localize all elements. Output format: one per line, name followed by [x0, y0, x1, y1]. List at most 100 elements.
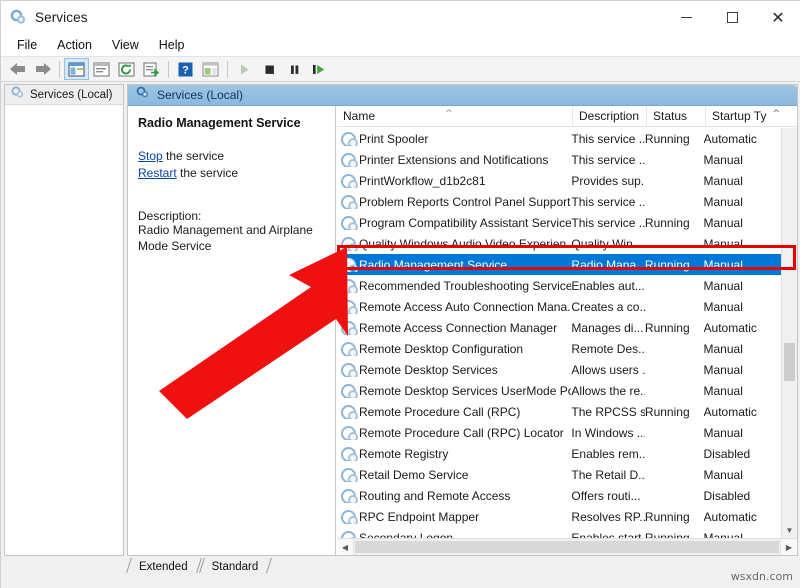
service-name-label: Remote Access Auto Connection Mana... — [359, 300, 571, 314]
service-status-cell: Running — [645, 258, 704, 272]
service-gear-icon — [341, 216, 355, 229]
service-startup-type-cell: Manual — [704, 384, 781, 398]
service-name-cell: Problem Reports Control Panel Support — [337, 195, 571, 209]
window-controls: ✕ — [663, 1, 800, 34]
table-row[interactable]: RPC Endpoint MapperResolves RP...Running… — [337, 506, 781, 527]
table-row[interactable]: Print SpoolerThis service ...RunningAuto… — [337, 128, 781, 149]
refresh-icon[interactable] — [114, 58, 139, 80]
service-startup-type-cell: Manual — [704, 279, 781, 293]
vertical-scrollbar-thumb[interactable] — [784, 343, 795, 381]
service-name-cell: Recommended Troubleshooting Service — [337, 279, 571, 293]
scroll-down-button[interactable]: ▼ — [782, 522, 797, 538]
table-row[interactable]: Quality Windows Audio Video Experien...Q… — [337, 233, 781, 254]
service-description-cell: The Retail D... — [571, 468, 645, 482]
service-startup-type-cell: Automatic — [704, 132, 781, 146]
stop-suffix: the service — [163, 149, 224, 163]
service-name-cell: Remote Access Connection Manager — [337, 321, 571, 335]
service-name-label: Remote Desktop Services — [359, 363, 498, 377]
service-description-cell: Offers routi... — [571, 489, 645, 503]
table-row[interactable]: Remote Desktop Services UserMode Po...Al… — [337, 380, 781, 401]
back-arrow-icon[interactable] — [5, 58, 30, 80]
restart-link[interactable]: Restart — [138, 166, 177, 180]
service-name-cell: Remote Procedure Call (RPC) — [337, 405, 571, 419]
service-startup-type-cell: Manual — [704, 195, 781, 209]
start-service-icon[interactable] — [232, 58, 257, 80]
scroll-right-button[interactable]: ▶ — [780, 539, 797, 556]
restart-service-action[interactable]: Restart the service — [138, 165, 325, 182]
export-list-icon[interactable] — [139, 58, 164, 80]
service-name-label: Remote Procedure Call (RPC) — [359, 405, 520, 419]
service-startup-type-cell: Disabled — [704, 489, 781, 503]
service-description-cell: Enables rem... — [571, 447, 645, 461]
service-description-cell: Quality Win... — [571, 237, 645, 251]
vertical-scrollbar[interactable]: ▼ — [781, 128, 797, 538]
table-row[interactable]: Remote Procedure Call (RPC) LocatorIn Wi… — [337, 422, 781, 443]
service-name-cell: Quality Windows Audio Video Experien... — [337, 237, 571, 251]
stop-service-action[interactable]: Stop the service — [138, 148, 325, 165]
horizontal-scrollbar-thumb[interactable] — [355, 541, 779, 553]
menu-bar: File Action View Help — [1, 34, 800, 57]
menu-item-help[interactable]: Help — [150, 36, 194, 54]
maximize-button[interactable] — [709, 1, 755, 34]
table-row[interactable]: Problem Reports Control Panel SupportThi… — [337, 191, 781, 212]
menu-item-action[interactable]: Action — [48, 36, 101, 54]
column-header-name[interactable]: Name — [337, 106, 573, 127]
service-gear-icon — [341, 342, 355, 355]
title-bar: Services ✕ — [1, 1, 800, 34]
menu-item-view[interactable]: View — [103, 36, 148, 54]
help-icon[interactable]: ? — [173, 58, 198, 80]
show-hide-console-tree-icon[interactable] — [64, 58, 89, 80]
table-row[interactable]: Remote Desktop ConfigurationRemote Des..… — [337, 338, 781, 359]
list-header-row: Name Description Status Startup Ty ^ ^ — [337, 106, 797, 127]
service-startup-type-cell: Manual — [704, 342, 781, 356]
table-row[interactable]: Printer Extensions and NotificationsThis… — [337, 149, 781, 170]
service-startup-type-cell: Automatic — [704, 405, 781, 419]
service-name-label: Remote Desktop Services UserMode Po... — [359, 384, 571, 398]
watermark: wsxdn.com — [731, 570, 793, 583]
service-gear-icon — [341, 426, 355, 439]
horizontal-scrollbar[interactable]: ◀ ▶ — [337, 538, 797, 555]
service-name-label: Printer Extensions and Notifications — [359, 153, 548, 167]
tree-item-services-local[interactable]: Services (Local) — [5, 85, 123, 105]
service-description-cell: This service ... — [571, 132, 645, 146]
service-name-cell: Print Spooler — [337, 132, 571, 146]
service-startup-type-cell: Manual — [704, 531, 781, 539]
table-row[interactable]: Remote RegistryEnables rem...Disabled — [337, 443, 781, 464]
pane-header-label: Services (Local) — [157, 88, 243, 102]
table-row[interactable]: Remote Procedure Call (RPC)The RPCSS s..… — [337, 401, 781, 422]
stop-service-icon[interactable] — [257, 58, 282, 80]
table-row[interactable]: Radio Management ServiceRadio Mana...Run… — [337, 254, 781, 275]
service-name-label: Recommended Troubleshooting Service — [359, 279, 571, 293]
close-button[interactable]: ✕ — [755, 1, 800, 34]
stop-link[interactable]: Stop — [138, 149, 163, 163]
service-name-label: Remote Registry — [359, 447, 448, 461]
description-text: Radio Management and Airplane Mode Servi… — [138, 223, 325, 254]
service-name-cell: Remote Procedure Call (RPC) Locator — [337, 426, 571, 440]
service-status-cell: Running — [645, 321, 704, 335]
table-row[interactable]: Secondary LogonEnables start...RunningMa… — [337, 527, 781, 538]
table-row[interactable]: Routing and Remote AccessOffers routi...… — [337, 485, 781, 506]
menu-item-file[interactable]: File — [8, 36, 46, 54]
table-row[interactable]: Program Compatibility Assistant ServiceT… — [337, 212, 781, 233]
column-header-description[interactable]: Description — [573, 106, 647, 127]
show-action-pane-icon[interactable] — [198, 58, 223, 80]
table-row[interactable]: Remote Access Connection ManagerManages … — [337, 317, 781, 338]
minimize-button[interactable] — [663, 1, 709, 34]
service-description-cell: Resolves RP... — [571, 510, 645, 524]
table-row[interactable]: Retail Demo ServiceThe Retail D...Manual — [337, 464, 781, 485]
table-row[interactable]: Remote Access Auto Connection Mana...Cre… — [337, 296, 781, 317]
restart-service-icon[interactable] — [307, 58, 332, 80]
column-header-status[interactable]: Status — [647, 106, 706, 127]
service-startup-type-cell: Manual — [704, 216, 781, 230]
service-name-label: Print Spooler — [359, 132, 428, 146]
scroll-left-button[interactable]: ◀ — [337, 539, 354, 556]
forward-arrow-icon[interactable] — [30, 58, 55, 80]
description-label: Description: — [138, 209, 325, 223]
pause-service-icon[interactable] — [282, 58, 307, 80]
service-gear-icon — [341, 510, 355, 523]
table-row[interactable]: Remote Desktop ServicesAllows users ...M… — [337, 359, 781, 380]
table-row[interactable]: Recommended Troubleshooting ServiceEnabl… — [337, 275, 781, 296]
properties-icon[interactable] — [89, 58, 114, 80]
table-row[interactable]: PrintWorkflow_d1b2c81Provides sup...Manu… — [337, 170, 781, 191]
services-gear-icon — [11, 86, 25, 104]
